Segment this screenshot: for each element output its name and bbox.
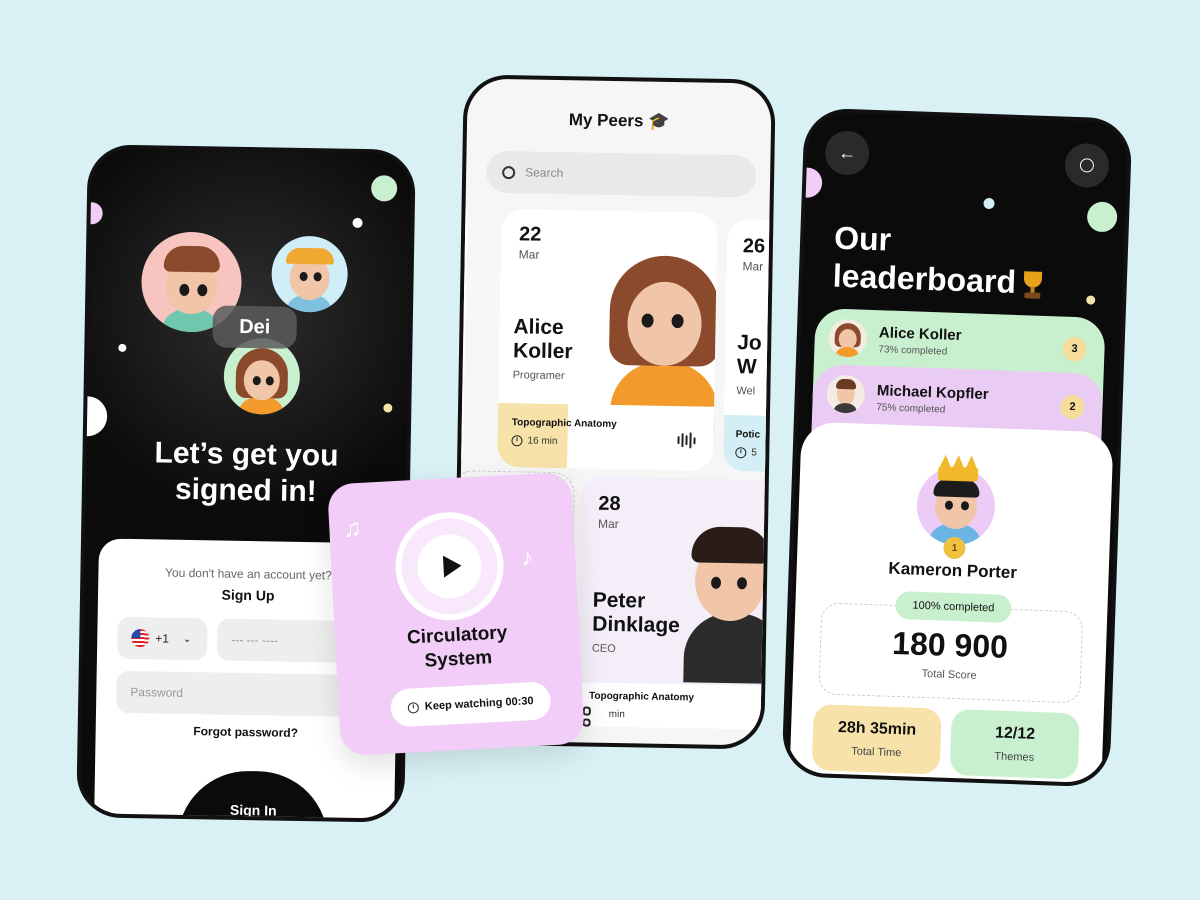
music-note-icon: ♪ [520, 543, 534, 572]
peer-card[interactable]: 28 Mar Peter Dinklage CEO Topographic An… [576, 476, 776, 730]
peer-avatar [673, 512, 776, 684]
leaderboard-screen: ← Our leaderboard Alice Koller 73% compl… [781, 107, 1133, 788]
total-time-stat: 28h 35min Total Time [811, 704, 942, 775]
winner-card: 1 Kameron Porter 100% completed 180 900 … [789, 421, 1114, 788]
medal-icon: 1 [943, 536, 966, 560]
page-title: Our leaderboard [832, 219, 1048, 302]
rank-badge: 3 [1062, 336, 1087, 362]
peer-name: Alice Koller [512, 315, 573, 364]
peer-card[interactable]: 22 Mar Alice Koller Programer Topographi… [497, 209, 718, 471]
country-code-select[interactable]: +1 ⌄ [116, 616, 208, 661]
peer-card[interactable]: 26 Mar Jo W Wel Potic 5 [722, 218, 776, 472]
avatar [826, 374, 866, 414]
clock-icon [407, 701, 420, 714]
decor-dot [791, 167, 823, 199]
audio-wave-icon [677, 432, 696, 449]
peer-card-peek[interactable] [452, 202, 468, 465]
keep-watching-button[interactable]: Keep watching 00:30 [389, 681, 552, 728]
themes-stat: 12/12 Themes [949, 708, 1080, 780]
video-card[interactable]: ♫ ♪ Circulatory System Keep watching 00:… [327, 471, 585, 757]
crown-icon [937, 454, 979, 482]
decor-dot [983, 197, 995, 210]
decor-dot [383, 403, 393, 413]
decor-dot [352, 217, 363, 228]
back-button[interactable]: ← [824, 130, 870, 176]
rank-badge: 2 [1060, 394, 1085, 420]
decor-dot [118, 343, 127, 352]
sign-in-button[interactable]: Sign In [177, 769, 329, 823]
search-input[interactable]: Search [485, 150, 757, 198]
avatar-name-pill: Dei [212, 305, 298, 349]
chevron-down-icon: ⌄ [182, 633, 192, 645]
completion-badge: 100% completed [894, 590, 1012, 623]
winner-name: Kameron Porter [888, 558, 1018, 583]
clock-icon [735, 447, 747, 459]
us-flag-icon [131, 629, 150, 648]
page-title: My Peers 🎓 [568, 110, 670, 131]
decor-dot [1086, 295, 1096, 305]
lesson-title: Topographic Anatomy [511, 417, 617, 431]
history-button[interactable] [1064, 142, 1110, 189]
music-note-icon: ♫ [342, 514, 363, 543]
video-title: Circulatory System [406, 622, 508, 672]
clock-icon [1079, 158, 1095, 173]
trophy-icon [1019, 270, 1046, 300]
play-button[interactable] [392, 509, 507, 624]
avatar [828, 318, 868, 358]
lesson-duration: 16 min [511, 435, 558, 447]
arrow-left-icon: ← [837, 142, 857, 163]
play-icon [442, 554, 462, 578]
clock-icon [511, 435, 523, 447]
search-icon [502, 165, 516, 179]
decor-dot [1086, 201, 1118, 233]
